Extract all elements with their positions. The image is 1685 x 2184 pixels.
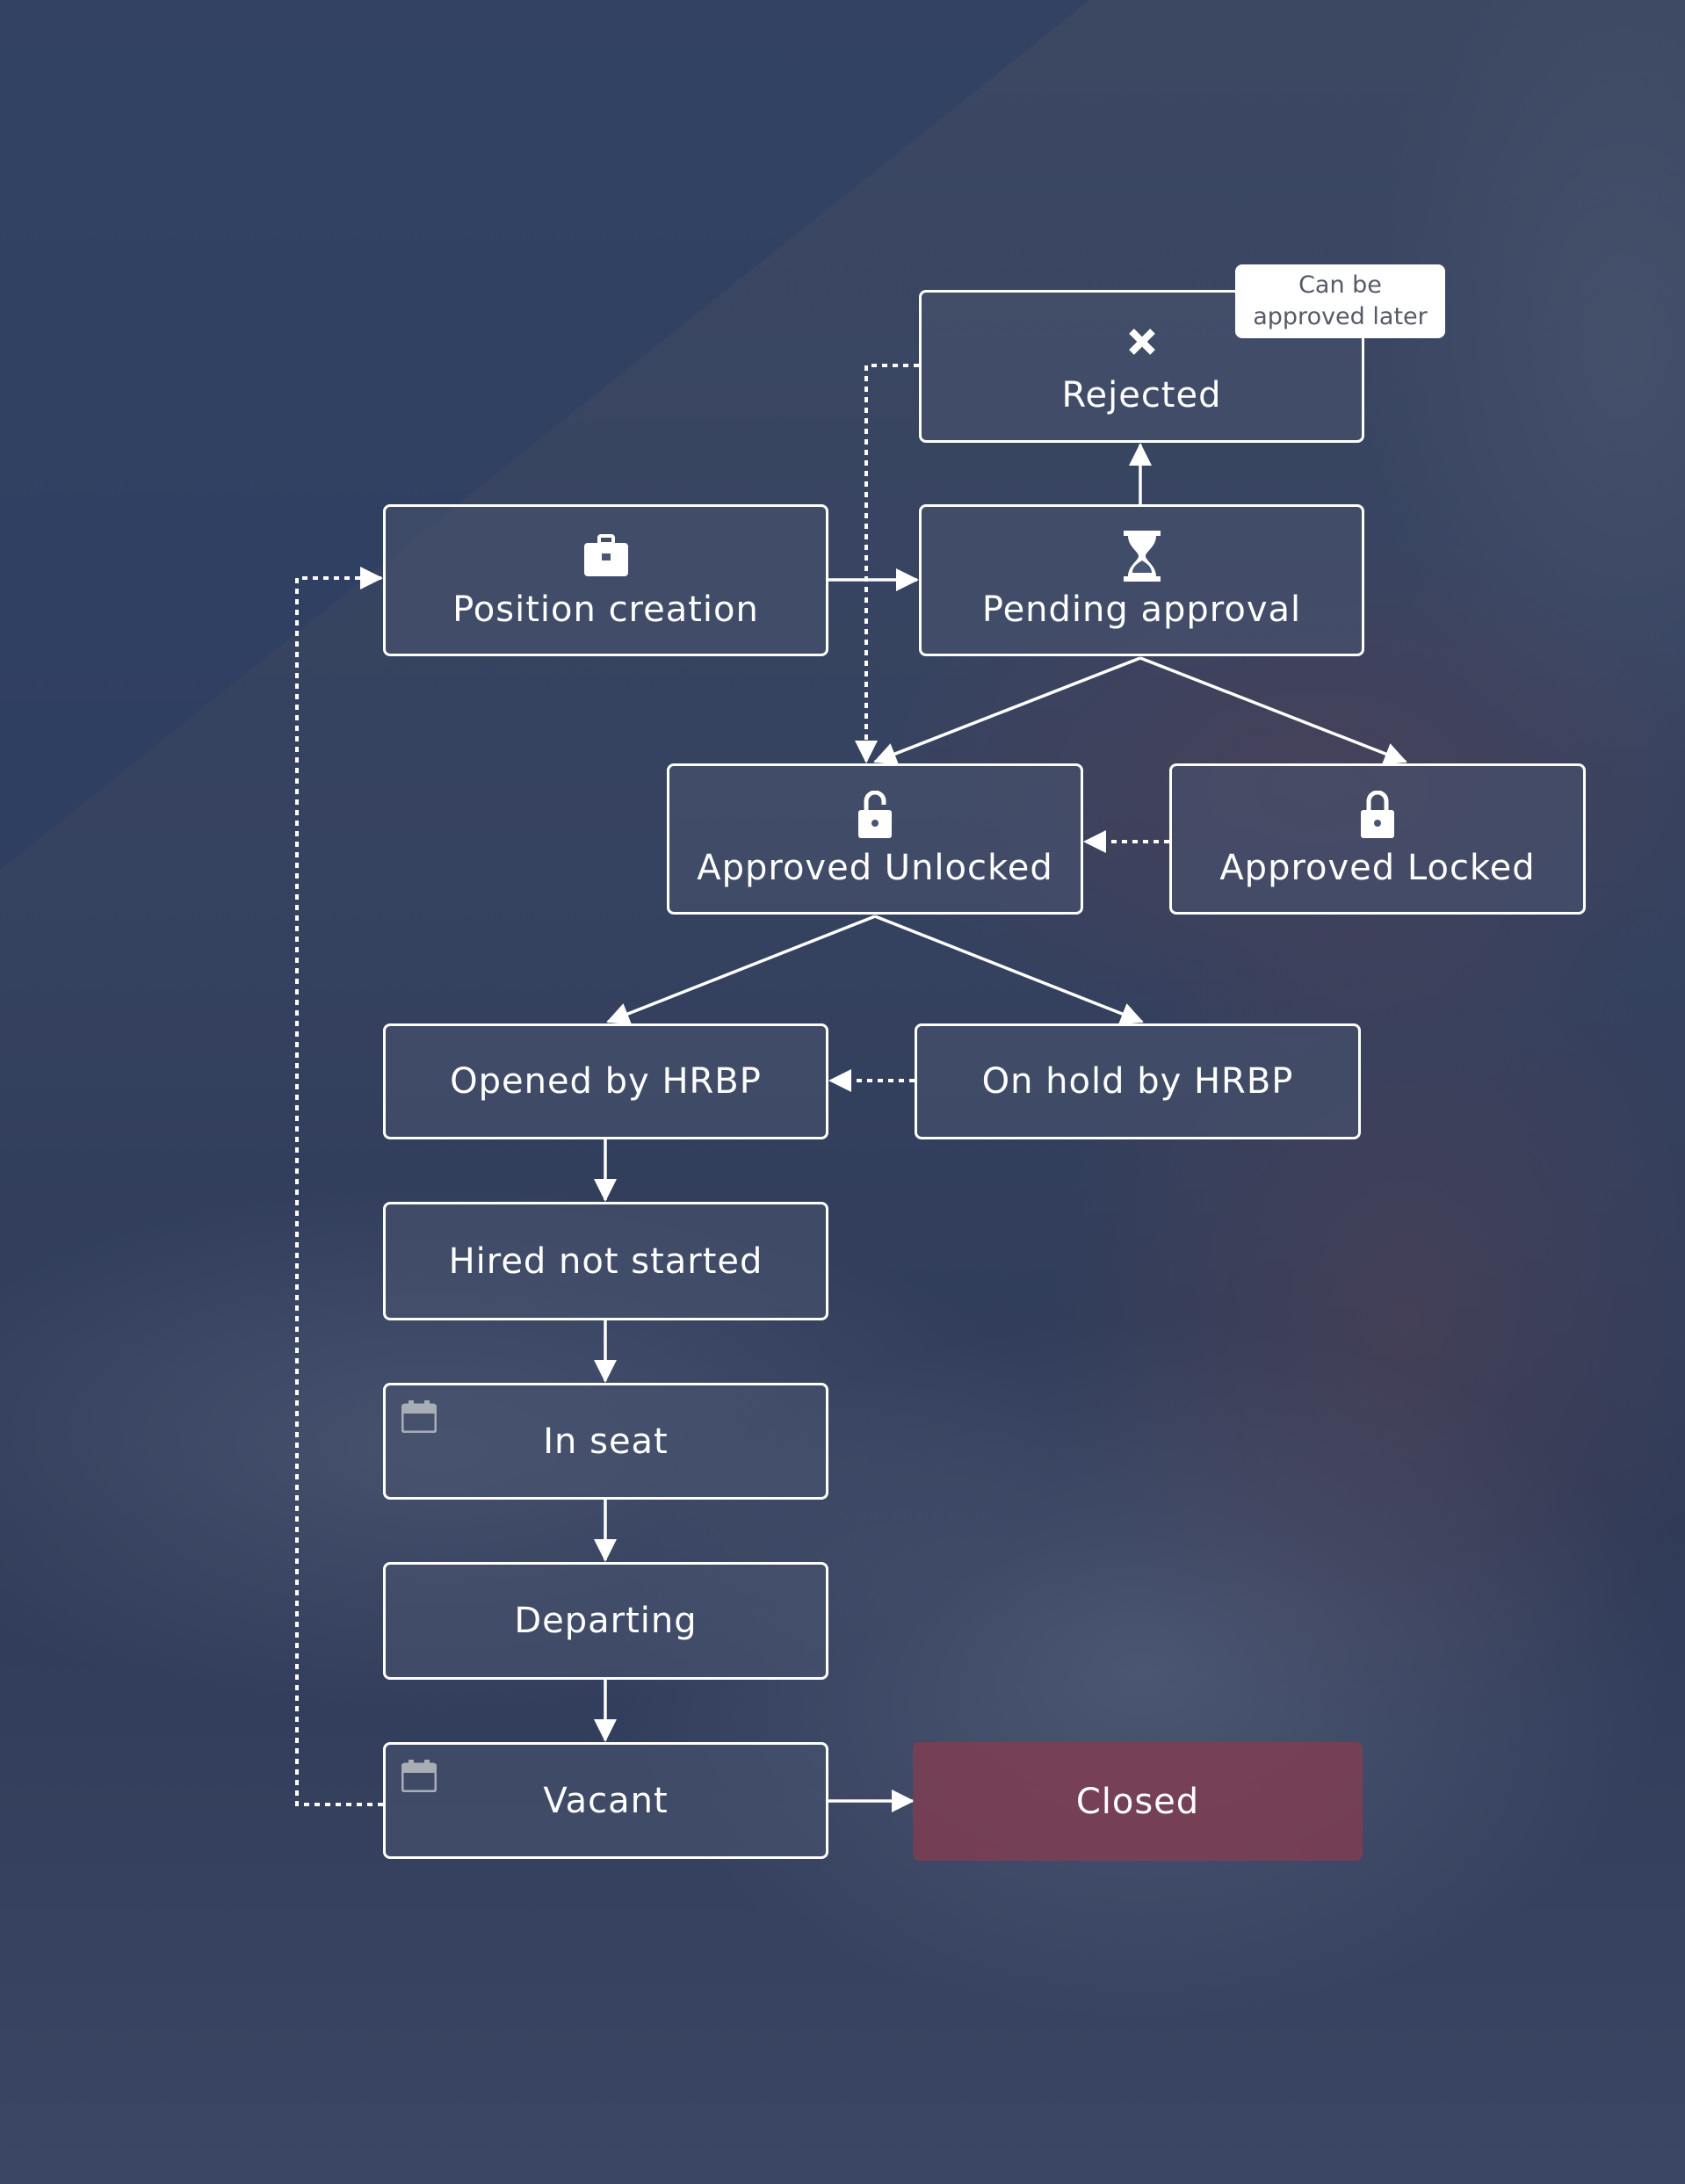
edge-rejected-to-unlocked-dotted	[855, 364, 919, 763]
node-label: Position creation	[452, 589, 759, 630]
node-opened-by-hrbp[interactable]: Opened by HRBP	[383, 1023, 828, 1139]
edge-pending-to-locked	[1139, 656, 1407, 765]
node-label: Approved Unlocked	[697, 848, 1053, 888]
calendar-icon	[401, 1400, 437, 1433]
node-label: On hold by HRBP	[981, 1061, 1294, 1102]
edge-pending-to-unlocked	[873, 656, 1141, 765]
node-on-hold-by-hrbp[interactable]: On hold by HRBP	[915, 1023, 1361, 1139]
lock-icon	[1359, 790, 1396, 839]
node-position-creation[interactable]: Position creation	[383, 504, 828, 656]
annotation-can-be-approved-later: Can be approved later	[1235, 264, 1445, 338]
node-hired-not-started[interactable]: Hired not started	[383, 1202, 828, 1320]
annotation-line-2: approved later	[1253, 303, 1428, 330]
edge-unlocked-to-opened	[606, 915, 876, 1025]
node-closed[interactable]: Closed	[913, 1742, 1363, 1861]
unlock-icon	[857, 790, 893, 839]
node-pending-approval[interactable]: Pending approval	[919, 504, 1364, 656]
node-label: Opened by HRBP	[450, 1061, 762, 1102]
close-x-icon	[1127, 317, 1157, 366]
node-label: Rejected	[1061, 375, 1222, 416]
node-label: Vacant	[543, 1780, 669, 1821]
edge-unlocked-to-onhold	[874, 915, 1144, 1025]
node-departing[interactable]: Departing	[383, 1562, 828, 1680]
node-vacant[interactable]: Vacant	[383, 1742, 828, 1859]
node-label: Pending approval	[981, 589, 1302, 630]
node-in-seat[interactable]: In seat	[383, 1383, 828, 1500]
hourglass-icon	[1122, 530, 1162, 582]
node-label: Departing	[514, 1601, 698, 1641]
calendar-icon	[401, 1760, 437, 1792]
node-approved-unlocked[interactable]: Approved Unlocked	[667, 763, 1083, 915]
edge-vacant-to-position-dotted	[295, 567, 383, 1806]
node-label: Hired not started	[448, 1240, 763, 1282]
node-label: In seat	[543, 1421, 669, 1462]
annotation-line-1: Can be	[1298, 271, 1382, 299]
node-approved-locked[interactable]: Approved Locked	[1169, 763, 1586, 915]
node-label: Approved Locked	[1219, 848, 1536, 888]
briefcase-icon	[583, 532, 629, 581]
node-label: Closed	[1075, 1781, 1200, 1822]
